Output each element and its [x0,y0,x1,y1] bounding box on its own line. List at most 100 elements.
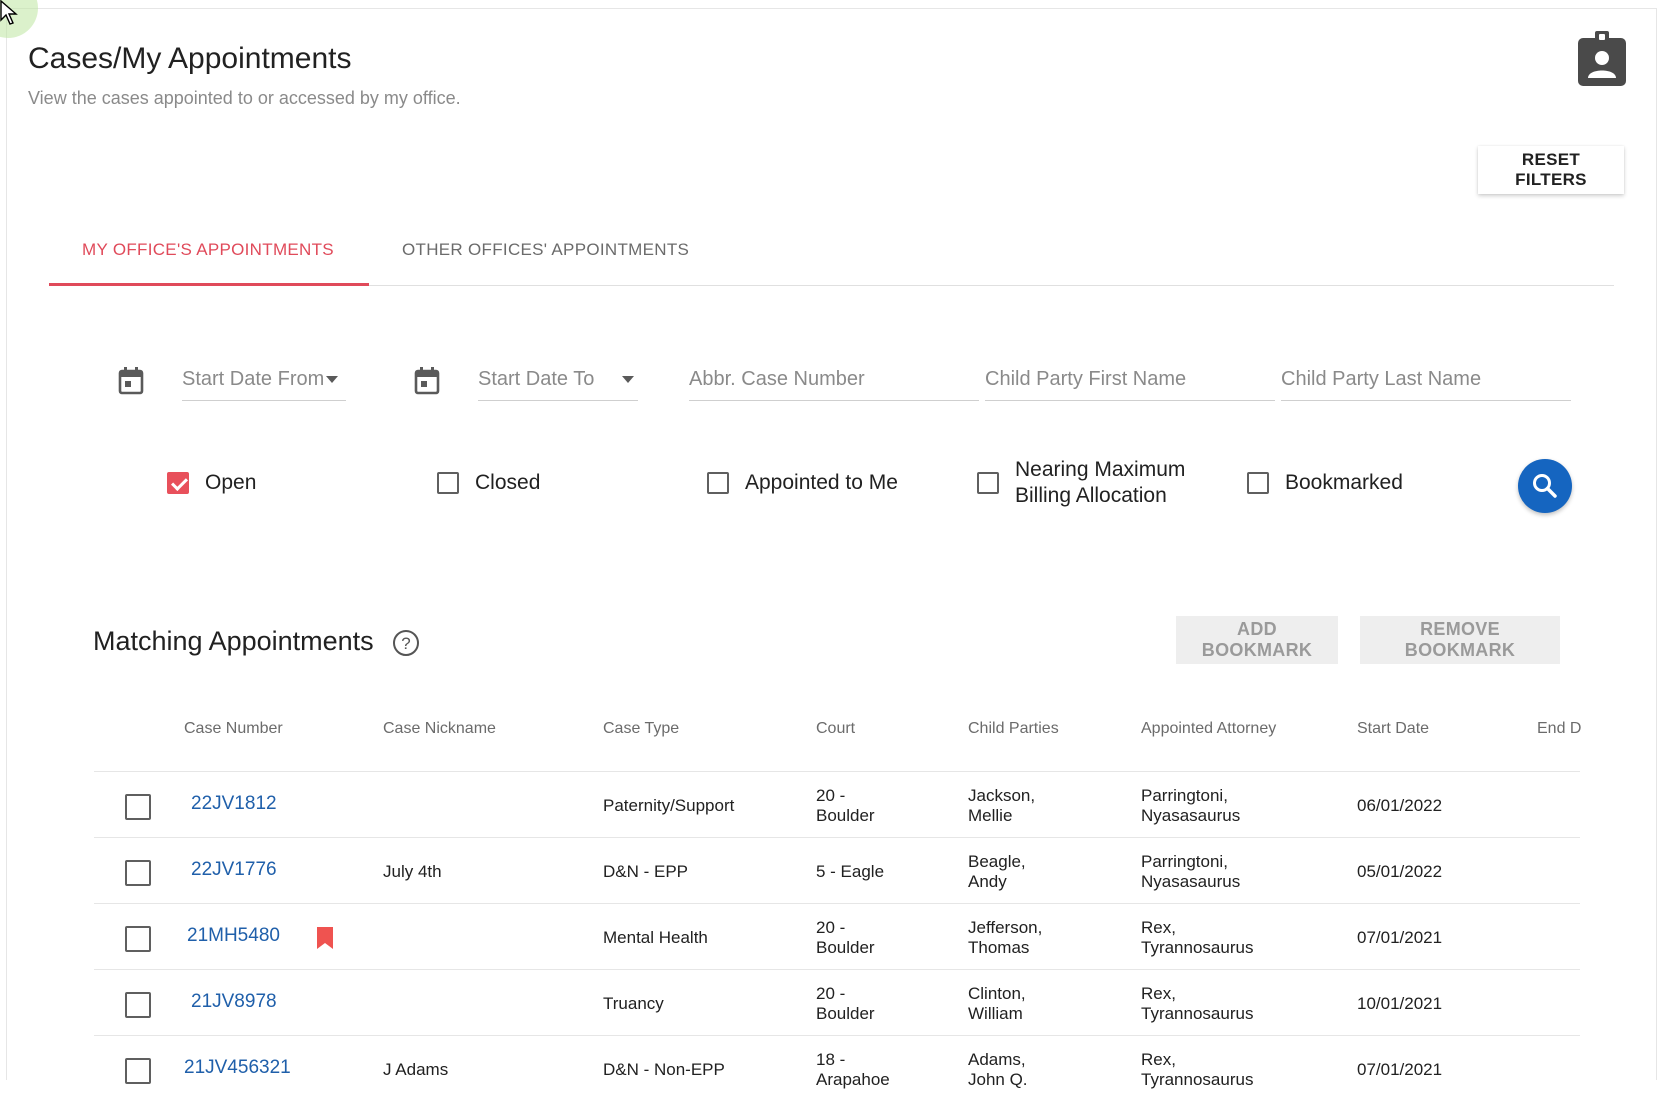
row-select-checkbox[interactable] [125,1058,151,1084]
column-header-child-parties[interactable]: Child Parties [968,720,1059,738]
child-parties: Adams, John Q. [968,1050,1028,1090]
case-number-link[interactable]: 22JV1812 [191,794,277,814]
start-date-from-field[interactable]: Start Date From [182,364,346,401]
child-line1: Jefferson, [968,918,1043,937]
table-row[interactable]: 21MH5480 Mental Health 20 - Boulder Jeffe… [0,904,1662,970]
bookmarked-label: Bookmarked [1285,471,1403,494]
bookmarked-checkbox[interactable] [1247,472,1269,494]
table-row[interactable]: 21JV8978 Truancy 20 - Boulder Clinton, Wil… [0,970,1662,1036]
child-first-name-placeholder: Child Party First Name [985,368,1187,390]
reset-filters-button[interactable]: RESET FILTERS [1478,146,1624,194]
child-parties: Jefferson, Thomas [968,918,1042,958]
appointed-attorney: Rex, Tyrannosaurus [1141,918,1253,958]
case-number-field[interactable]: Abbr. Case Number [689,364,979,401]
start-date-to-placeholder: Start Date To [478,368,595,390]
attorney-line2: Tyrannosaurus [1141,1004,1254,1023]
start-date: 05/01/2022 [1357,862,1443,881]
filter-open[interactable]: Open [167,470,256,496]
column-header-case-type[interactable]: Case Type [603,720,679,738]
column-header-appointed-attorney[interactable]: Appointed Attorney [1141,720,1276,738]
case-number-link[interactable]: 22JV1776 [191,860,277,880]
attorney-line1: Rex, [1141,984,1176,1003]
open-checkbox[interactable] [167,472,189,494]
court-line1: 20 - [816,918,846,937]
court-line2: Arapahoe [816,1070,890,1089]
child-line2: Mellie [968,806,1013,825]
column-header-start-date[interactable]: Start Date [1357,720,1429,738]
start-date-to-field[interactable]: Start Date To [478,364,638,401]
filter-nearing-max-billing[interactable]: Nearing Maximum Billing Allocation [977,457,1185,509]
chevron-down-icon[interactable] [622,376,634,383]
child-parties: Beagle, Andy [968,852,1026,892]
remove-bookmark-button[interactable]: REMOVE BOOKMARK [1360,616,1560,664]
case-nickname: J Adams [383,1060,449,1079]
table-row[interactable]: 21JV456321 J Adams D&N - Non-EPP 18 - Ara… [0,1036,1662,1102]
column-header-end-date[interactable]: End D [1537,720,1581,738]
appointed-attorney: Parringtoni, Nyasasaurus [1141,786,1240,826]
child-line1: Jackson, [968,786,1036,805]
closed-checkbox[interactable] [437,472,459,494]
child-last-name-placeholder: Child Party Last Name [1281,368,1482,390]
filter-appointed-to-me[interactable]: Appointed to Me [707,470,898,496]
search-icon [1533,474,1557,498]
frame-top-border [6,8,1656,9]
search-button[interactable] [1518,459,1572,513]
section-title: Matching Appointments [93,626,374,656]
row-select-checkbox[interactable] [125,860,151,886]
filter-closed[interactable]: Closed [437,470,540,496]
case-number-link[interactable]: 21MH5480 [187,926,280,946]
table-row[interactable]: 22JV1812 Paternity/Support 20 - Boulder J… [0,772,1662,838]
child-parties: Clinton, William [968,984,1026,1024]
appointed-to-me-label: Appointed to Me [745,471,898,494]
svg-text:?: ? [401,634,410,653]
attorney-line1: Parringtoni, [1141,786,1228,805]
child-last-name-field[interactable]: Child Party Last Name [1281,364,1571,401]
case-number-link[interactable]: 21JV8978 [191,992,277,1012]
child-line2: Andy [968,872,1007,891]
case-type: Truancy [603,994,664,1013]
column-header-court[interactable]: Court [816,720,855,738]
attorney-line2: Nyasasaurus [1141,872,1241,891]
page-title: Cases/My Appointments [28,42,352,75]
active-tab-indicator [49,283,369,286]
start-date: 07/01/2021 [1357,1060,1443,1079]
child-line1: Beagle, [968,852,1026,871]
bookmark-icon[interactable] [316,926,334,950]
tab-other-offices-appointments[interactable]: OTHER OFFICES' APPOINTMENTS [402,240,689,260]
calendar-icon[interactable] [413,366,441,396]
account-badge-icon[interactable] [1576,30,1628,88]
chevron-down-icon[interactable] [326,376,338,383]
child-first-name-field[interactable]: Child Party First Name [985,364,1275,401]
page-subtitle: View the cases appointed to or accessed … [28,88,461,108]
court: 5 - Eagle [816,862,885,881]
appointed-attorney: Rex, Tyrannosaurus [1141,984,1253,1024]
nearing-max-billing-checkbox[interactable] [977,472,999,494]
filter-bookmarked[interactable]: Bookmarked [1247,470,1403,496]
row-select-checkbox[interactable] [125,992,151,1018]
column-header-case-nickname[interactable]: Case Nickname [383,720,496,738]
start-date: 10/01/2021 [1357,994,1443,1013]
case-type: Paternity/Support [603,796,735,815]
row-select-checkbox[interactable] [125,794,151,820]
case-type: D&N - Non-EPP [603,1060,725,1079]
add-bookmark-button[interactable]: ADD BOOKMARK [1176,616,1338,664]
case-number-link[interactable]: 21JV456321 [184,1058,291,1078]
tab-my-office-appointments[interactable]: MY OFFICE'S APPOINTMENTS [82,240,334,260]
court: 20 - Boulder [816,786,875,826]
nearing-max-billing-line1: Nearing Maximum [1015,458,1186,481]
column-header-case-number[interactable]: Case Number [184,720,283,738]
case-type: D&N - EPP [603,862,689,881]
court: 20 - Boulder [816,918,875,958]
row-select-checkbox[interactable] [125,926,151,952]
attorney-line1: Rex, [1141,918,1176,937]
attorney-line2: Tyrannosaurus [1141,1070,1254,1089]
court-line2: Boulder [816,938,875,957]
court: 18 - Arapahoe [816,1050,890,1090]
help-icon[interactable]: ? [392,629,420,657]
calendar-icon[interactable] [117,366,145,396]
court-line1: 20 - [816,984,846,1003]
court-line1: 20 - [816,786,846,805]
appointed-to-me-checkbox[interactable] [707,472,729,494]
child-line1: Adams, [968,1050,1026,1069]
table-row[interactable]: 22JV1776 July 4th D&N - EPP 5 - Eagle Be… [0,838,1662,904]
